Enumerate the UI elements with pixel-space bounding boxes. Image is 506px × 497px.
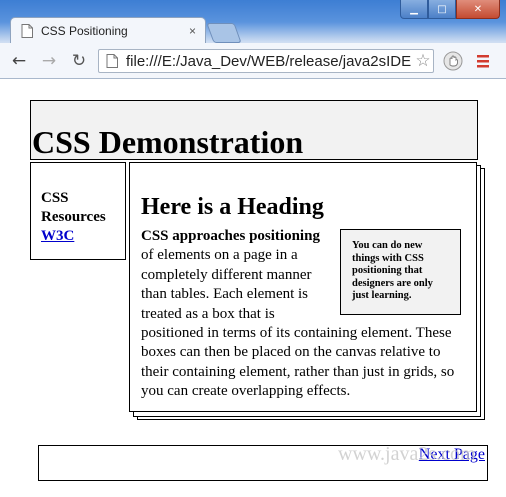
paragraph-lead: CSS approaches positioning (141, 228, 320, 244)
page-viewport: CSS Demonstration CSS Resources W3C Here… (0, 79, 506, 497)
menu-icon[interactable] (475, 53, 491, 69)
watermark: www.java2s.com (338, 443, 476, 465)
tab-css-positioning[interactable]: CSS Positioning × (10, 17, 206, 43)
sidebar-heading-line2: Resources (41, 209, 106, 225)
content-heading: Here is a Heading (141, 194, 324, 220)
callout-box: You can do new things with CSS positioni… (340, 229, 461, 315)
header-box: CSS Demonstration (30, 100, 478, 160)
forward-button[interactable]: → (38, 50, 60, 72)
back-arrow-icon: ← (11, 51, 27, 71)
new-tab-button[interactable] (206, 23, 242, 43)
close-icon: ✕ (473, 3, 483, 15)
browser-chrome: CSS Positioning × ▁ □ ✕ ← → ↻ file:///E:… (0, 0, 506, 79)
reload-icon: ↻ (71, 51, 87, 71)
minimize-button[interactable]: ▁ (400, 0, 428, 19)
back-button[interactable]: ← (8, 50, 30, 72)
forward-arrow-icon: → (41, 51, 57, 71)
w3c-link[interactable]: W3C (41, 228, 74, 244)
sidebar-heading-line1: CSS (41, 190, 69, 206)
close-button[interactable]: ✕ (456, 0, 500, 19)
sidebar: CSS Resources W3C (30, 162, 126, 260)
reload-button[interactable]: ↻ (68, 50, 90, 72)
address-bar[interactable]: file:///E:/Java_Dev/WEB/release/java2sID… (98, 49, 434, 73)
content-box: Here is a Heading You can do new things … (129, 162, 477, 412)
page-title: CSS Demonstration (32, 124, 304, 160)
page-icon (21, 23, 33, 38)
extension-icon[interactable] (443, 51, 463, 71)
page-icon (106, 54, 118, 68)
url-text[interactable]: file:///E:/Java_Dev/WEB/release/java2sID… (126, 53, 413, 70)
tab-title: CSS Positioning (41, 23, 128, 38)
minimize-icon: ▁ (410, 3, 418, 15)
navigation-toolbar: ← → ↻ file:///E:/Java_Dev/WEB/release/ja… (0, 43, 506, 78)
window-controls: ▁ □ ✕ (400, 0, 500, 19)
maximize-icon: □ (437, 3, 447, 15)
maximize-button[interactable]: □ (428, 0, 456, 19)
tab-close-icon[interactable]: × (189, 24, 196, 38)
star-icon[interactable]: ☆ (413, 51, 433, 71)
